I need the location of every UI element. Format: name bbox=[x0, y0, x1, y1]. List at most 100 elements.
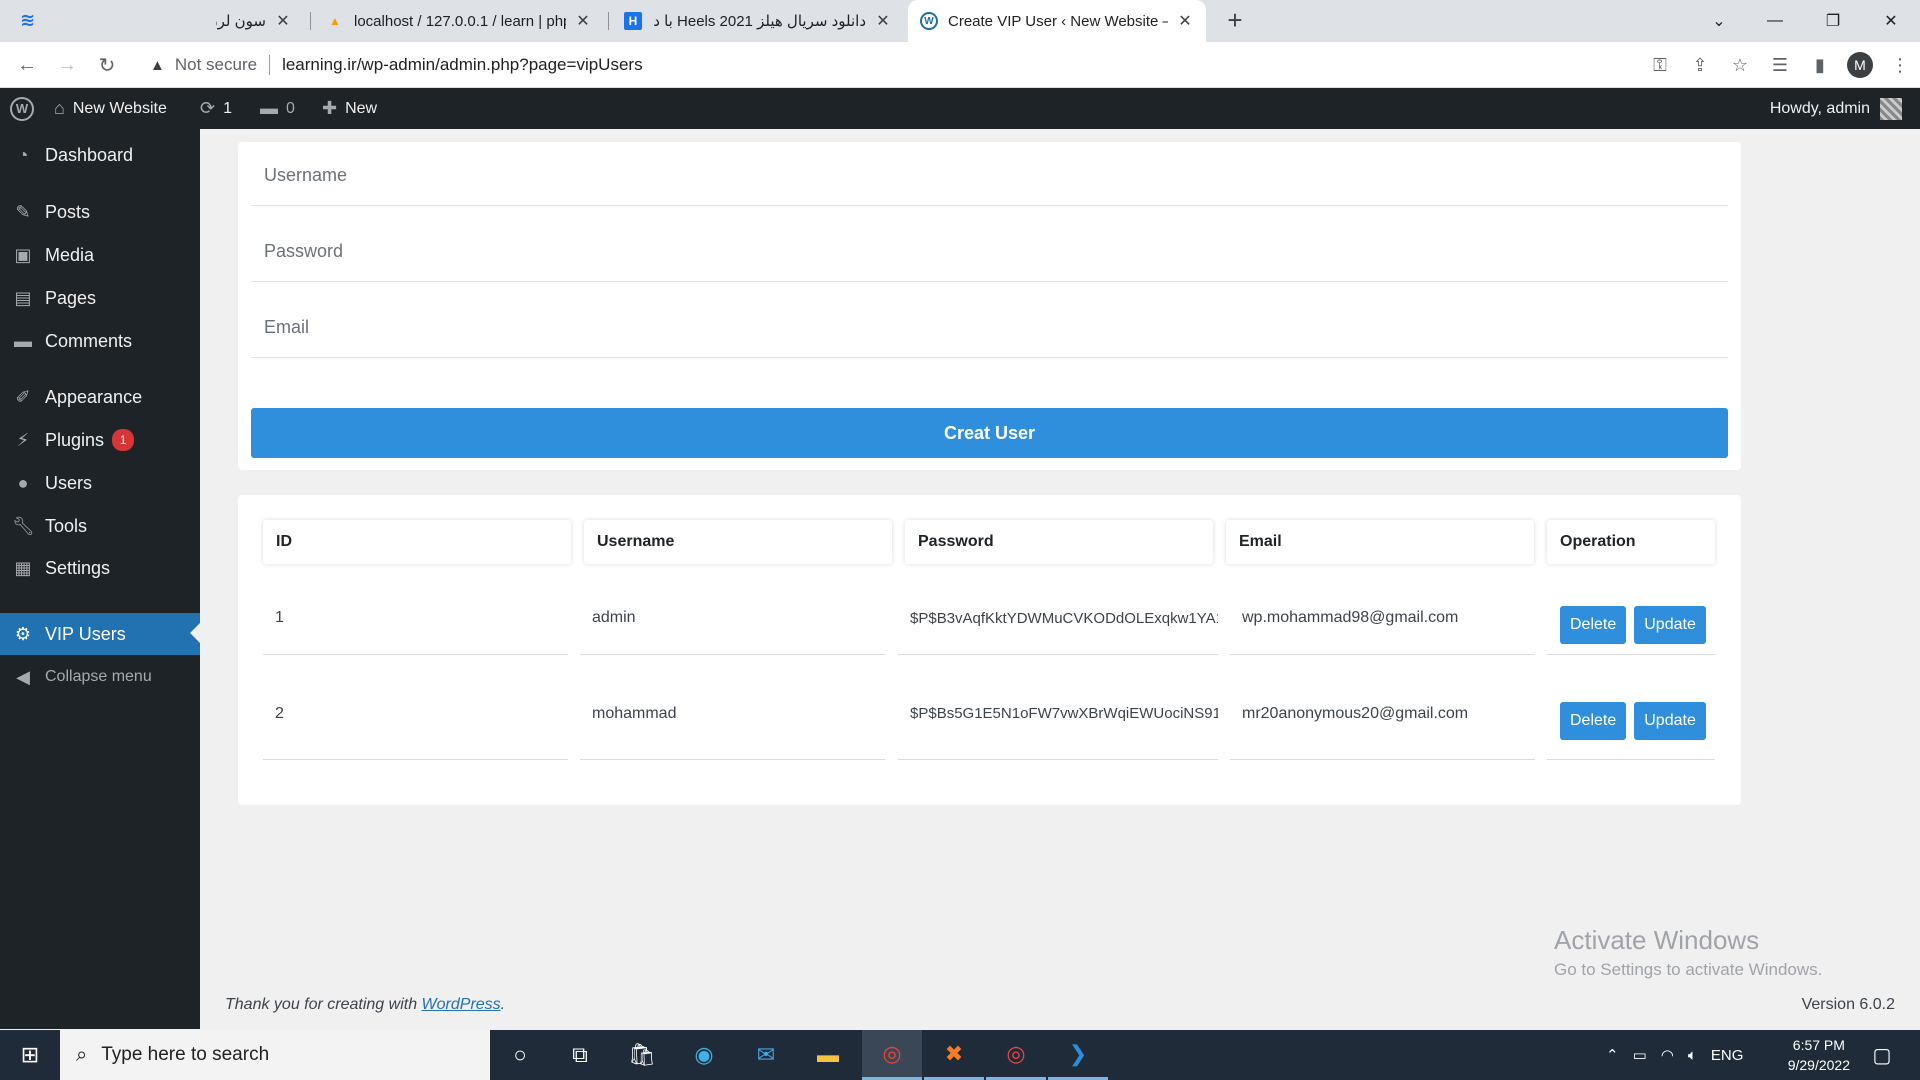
cell-id: 1 bbox=[263, 582, 568, 655]
h-site-icon: H bbox=[624, 12, 642, 30]
forward-button[interactable]: → bbox=[52, 50, 82, 80]
sidebar-item-label: Settings bbox=[45, 557, 111, 578]
language-indicator[interactable]: ENG bbox=[1711, 1047, 1744, 1064]
close-icon[interactable]: ✕ bbox=[274, 11, 292, 31]
notification-icon[interactable]: ▢ bbox=[1862, 1030, 1902, 1080]
cell-id: 2 bbox=[263, 668, 568, 760]
cell-operations: Delete Update bbox=[1547, 668, 1715, 760]
browser-tab-active[interactable]: W Create VIP User ‹ New Website — ✕ bbox=[908, 0, 1206, 42]
sidebar-item-plugins[interactable]: ⚡ Plugins 1 bbox=[0, 420, 200, 460]
wordpress-link[interactable]: WordPress bbox=[422, 996, 501, 1013]
create-user-form: Creat User bbox=[238, 142, 1741, 470]
home-icon: ⌂ bbox=[54, 98, 65, 118]
wordpress-logo-icon[interactable]: W bbox=[10, 88, 34, 129]
reload-button[interactable]: ↻ bbox=[92, 50, 122, 80]
cell-password: $P$Bs5G1E5N1oFW7vwXBrWqiEWUociNS91 bbox=[898, 668, 1218, 760]
sidebar-item-comments[interactable]: ▬ Comments bbox=[0, 321, 200, 361]
my-account-link[interactable]: Howdy, admin bbox=[1770, 88, 1902, 129]
delete-button[interactable]: Delete bbox=[1560, 606, 1627, 644]
column-header-username: Username bbox=[584, 520, 892, 564]
url-input[interactable]: ▲ Not secure learning.ir/wp-admin/admin.… bbox=[136, 47, 1676, 83]
windows-taskbar: ⊞ ⌕ Type here to search ○ ⧉ 🛍︎ ◉ ✉ ▬ ◎ ✖… bbox=[0, 1030, 1920, 1080]
xampp-icon[interactable]: ✖ bbox=[924, 1030, 984, 1080]
close-window-button[interactable]: ✕ bbox=[1868, 0, 1914, 42]
sidebar-item-dashboard[interactable]: ◔ Dashboard bbox=[0, 135, 200, 175]
back-button[interactable]: ← bbox=[12, 50, 42, 80]
footer-thanks-text: Thank you for creating with bbox=[225, 996, 422, 1013]
mail-icon[interactable]: ✉ bbox=[736, 1030, 796, 1080]
collapse-menu-button[interactable]: ◀ Collapse menu bbox=[0, 657, 200, 697]
profile-avatar[interactable]: M bbox=[1847, 52, 1873, 78]
media-player-icon[interactable]: ◎ bbox=[986, 1030, 1046, 1080]
close-icon[interactable]: ✕ bbox=[574, 11, 592, 31]
reading-list-icon[interactable]: ☰ bbox=[1760, 47, 1800, 83]
column-header-password: Password bbox=[905, 520, 1213, 564]
sidebar-item-tools[interactable]: 🔧︎ Tools bbox=[0, 506, 200, 546]
windows-start-icon[interactable]: ⊞ bbox=[0, 1030, 60, 1080]
email-input[interactable] bbox=[264, 317, 1728, 338]
collapse-icon: ◀ bbox=[16, 666, 30, 687]
sidebar-item-appearance[interactable]: ✐ Appearance bbox=[0, 377, 200, 417]
chrome-icon[interactable]: ◎ bbox=[862, 1030, 922, 1080]
menu-icon[interactable]: ⋮ bbox=[1880, 47, 1920, 83]
comments-link[interactable]: ▬ 0 bbox=[260, 88, 295, 129]
side-panel-icon[interactable]: ▮ bbox=[1800, 47, 1840, 83]
cell-username: mohammad bbox=[580, 668, 885, 760]
username-input[interactable] bbox=[264, 165, 1728, 186]
new-content-link[interactable]: ✚ New bbox=[322, 88, 377, 129]
taskbar-search-box[interactable]: ⌕ Type here to search bbox=[60, 1030, 490, 1080]
restore-button[interactable]: ❐ bbox=[1810, 0, 1856, 42]
sidebar-item-users[interactable]: ● Users bbox=[0, 463, 200, 503]
sidebar-item-settings[interactable]: ▦ Settings bbox=[0, 548, 200, 588]
system-tray: ⌃ ▭ ◠ 🔈︎ ENG bbox=[1606, 1030, 1743, 1080]
not-secure-label[interactable]: Not secure bbox=[175, 55, 257, 75]
create-user-button[interactable]: Creat User bbox=[251, 408, 1728, 458]
new-label: New bbox=[345, 99, 378, 117]
password-input[interactable] bbox=[264, 241, 1728, 262]
browser-tab-strip: ≋ سون لرن ✕ ▲ localhost / 127.0.0.1 / le… bbox=[0, 0, 1920, 42]
key-icon[interactable]: ⚿ bbox=[1640, 47, 1680, 83]
taskbar-clock[interactable]: 6:57 PM 9/29/2022 bbox=[1788, 1035, 1850, 1075]
volume-icon[interactable]: 🔈︎ bbox=[1688, 1047, 1697, 1064]
admin-sidebar: ◔ Dashboard ✎ Posts ▣ Media ▤ Pages ▬ Co… bbox=[0, 129, 200, 1029]
dashboard-icon: ◔ bbox=[17, 144, 29, 165]
vscode-icon[interactable]: ❯ bbox=[1048, 1030, 1108, 1080]
browser-tab[interactable]: ▲ localhost / 127.0.0.1 / learn | php ✕ bbox=[314, 0, 604, 42]
file-explorer-icon[interactable]: ▬ bbox=[798, 1030, 858, 1080]
close-icon[interactable]: ✕ bbox=[874, 11, 892, 31]
delete-button[interactable]: Delete bbox=[1560, 701, 1627, 740]
update-button[interactable]: Update bbox=[1634, 701, 1706, 740]
battery-icon[interactable]: ▭ bbox=[1633, 1046, 1647, 1064]
star-icon[interactable]: ☆ bbox=[1720, 47, 1760, 83]
sidebar-item-label: Comments bbox=[45, 330, 133, 351]
sidebar-item-pages[interactable]: ▤ Pages bbox=[0, 278, 200, 318]
store-icon[interactable]: 🛍︎ bbox=[612, 1030, 672, 1080]
wrench-icon: 🔧︎ bbox=[12, 515, 35, 536]
sidebar-item-posts[interactable]: ✎ Posts bbox=[0, 192, 200, 232]
howdy-label: Howdy, admin bbox=[1769, 99, 1870, 117]
tab-search-dropdown-icon[interactable]: ⌄ bbox=[1696, 0, 1742, 42]
close-icon[interactable]: ✕ bbox=[1176, 11, 1194, 31]
task-view-icon[interactable]: ⧉ bbox=[550, 1030, 610, 1080]
minimize-button[interactable]: — bbox=[1752, 0, 1798, 42]
browser-tab[interactable]: H دانلود سریال هیلز Heels 2021 با دو ✕ bbox=[612, 0, 904, 42]
watermark-title: Activate Windows bbox=[1554, 925, 1760, 955]
browser-tab[interactable]: سون لرن ✕ bbox=[204, 0, 304, 42]
tab-search-icon[interactable]: ≋ bbox=[20, 10, 44, 32]
search-placeholder: Type here to search bbox=[101, 1044, 270, 1065]
updates-link[interactable]: ⟳ 1 bbox=[200, 88, 232, 129]
clock-time: 6:57 PM bbox=[1792, 1037, 1845, 1053]
share-icon[interactable]: ⇪ bbox=[1680, 47, 1720, 83]
footer-thanks: Thank you for creating with WordPress. bbox=[225, 996, 505, 1014]
chevron-up-icon[interactable]: ⌃ bbox=[1606, 1046, 1619, 1064]
new-tab-button[interactable]: + bbox=[1220, 6, 1250, 36]
pin-icon: ✎ bbox=[15, 201, 31, 222]
edge-icon[interactable]: ◉ bbox=[674, 1030, 734, 1080]
sidebar-item-media[interactable]: ▣ Media bbox=[0, 235, 200, 275]
sidebar-item-vip-users[interactable]: ⚙ VIP Users bbox=[0, 613, 200, 655]
wifi-icon[interactable]: ◠ bbox=[1661, 1046, 1674, 1064]
site-name-link[interactable]: ⌂ New Website bbox=[54, 88, 167, 129]
cortana-icon[interactable]: ○ bbox=[490, 1030, 550, 1080]
tab-title: localhost / 127.0.0.1 / learn | php bbox=[354, 12, 566, 30]
update-button[interactable]: Update bbox=[1634, 606, 1706, 644]
